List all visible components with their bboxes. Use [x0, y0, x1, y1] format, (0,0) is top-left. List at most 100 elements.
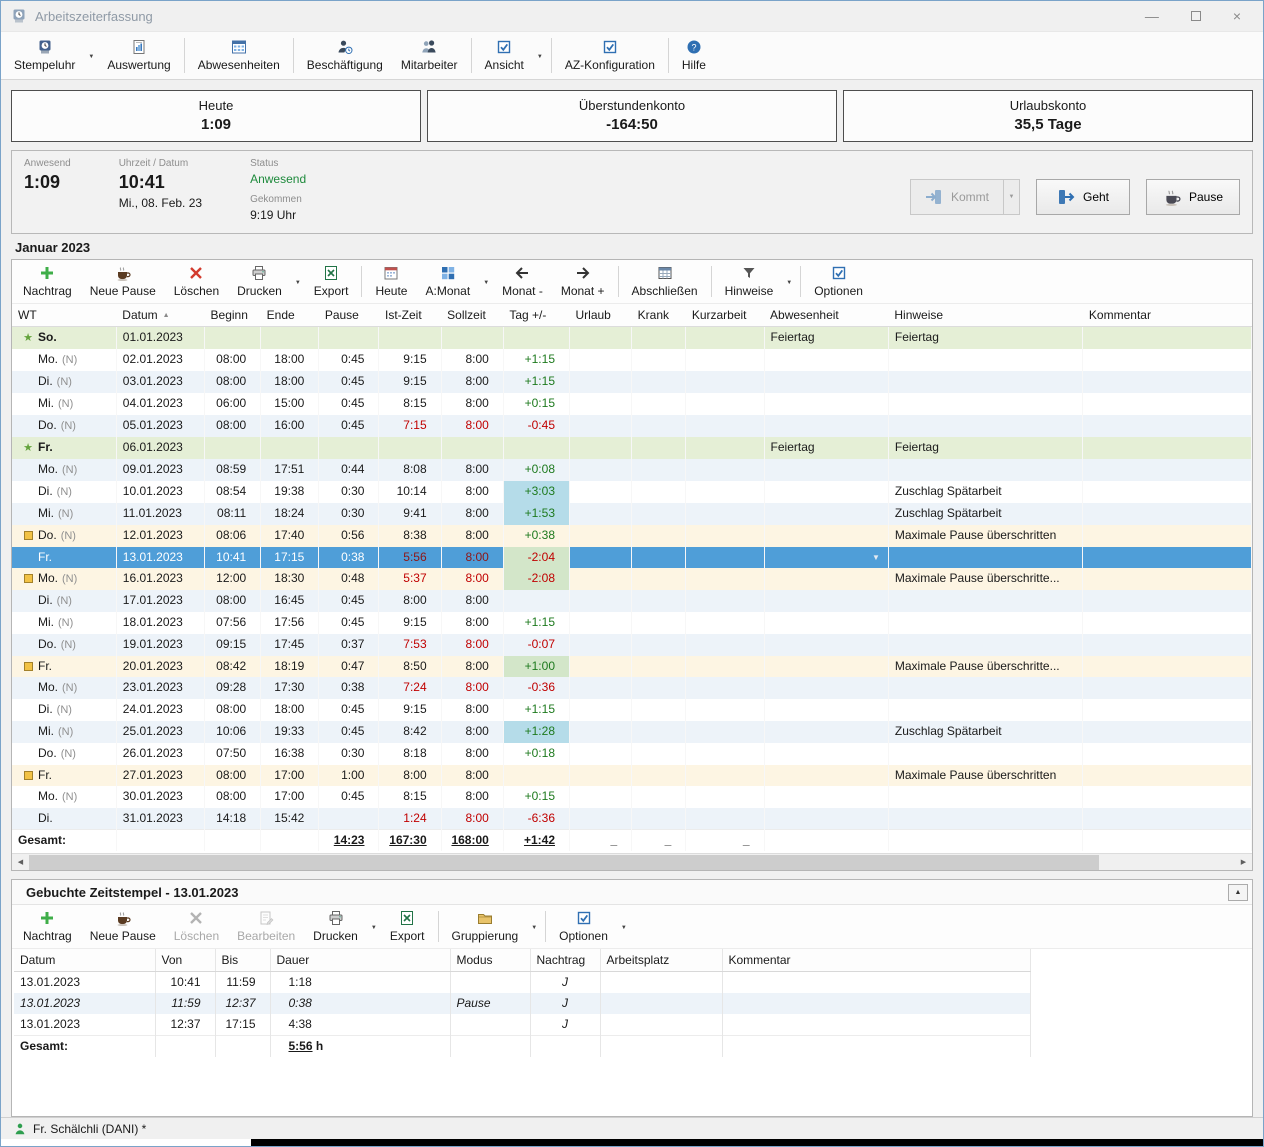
month-row-01.01.2023[interactable]: ★So.01.01.2023FeiertagFeiertag: [12, 326, 1252, 349]
toolbar-az-konfiguration-button[interactable]: AZ-Konfiguration: [556, 33, 664, 78]
month-row-09.01.2023[interactable]: Mo.(N)09.01.202308:5917:510:448:088:00+0…: [12, 459, 1252, 481]
stamps-toolbar-drucken-dropdown-icon[interactable]: ▼: [367, 925, 381, 931]
geht-button[interactable]: Geht: [1036, 179, 1130, 215]
month-row-04.01.2023[interactable]: Mi.(N)04.01.202306:0015:000:458:158:00+0…: [12, 393, 1252, 415]
toolbar-ansicht-dropdown-icon[interactable]: ▼: [533, 54, 547, 60]
scroll-right-icon[interactable]: ▶: [1235, 854, 1252, 871]
month-toolbar-monat-button[interactable]: Monat +: [552, 261, 614, 302]
column-header-datum[interactable]: Datum: [14, 949, 155, 971]
pause-button[interactable]: Pause: [1146, 179, 1240, 215]
column-header-beginn[interactable]: Beginn: [205, 304, 261, 326]
month-row-31.01.2023[interactable]: Di.31.01.202314:1815:421:248:00-6:36: [12, 808, 1252, 830]
column-header-abwesenheit[interactable]: Abwesenheit: [764, 304, 888, 326]
stamp-row-2[interactable]: 13.01.202312:3717:154:38J: [14, 1014, 1030, 1036]
month-toolbar-neue-pause-button[interactable]: Neue Pause: [81, 261, 165, 302]
collapse-button[interactable]: ▲: [1228, 884, 1248, 901]
column-header-wt[interactable]: WT: [12, 304, 116, 326]
month-row-16.01.2023[interactable]: Mo.(N)16.01.202312:0018:300:485:378:00-2…: [12, 568, 1252, 590]
month-toolbar-heute-button[interactable]: Heute: [366, 261, 416, 302]
toolbar-stempeluhr-dropdown-icon[interactable]: ▼: [84, 54, 98, 60]
column-header-tag[interactable]: Tag +/-: [503, 304, 569, 326]
scroll-left-icon[interactable]: ◀: [12, 854, 29, 871]
month-row-30.01.2023[interactable]: Mo.(N)30.01.202308:0017:000:458:158:00+0…: [12, 786, 1252, 808]
month-toolbar-drucken-button[interactable]: Drucken: [228, 261, 291, 302]
abwesenheit-dropdown-icon[interactable]: ▼: [872, 547, 880, 568]
month-toolbar-monat-button[interactable]: Monat -: [493, 261, 552, 302]
month-toolbar-a-monat-dropdown-icon[interactable]: ▼: [479, 280, 493, 286]
month-toolbar-hinweise-button[interactable]: Hinweise: [716, 261, 783, 302]
stamps-toolbar-optionen-button[interactable]: Optionen: [550, 906, 617, 947]
column-header-nachtrag[interactable]: Nachtrag: [530, 949, 600, 971]
column-header-ende[interactable]: Ende: [261, 304, 319, 326]
toolbar-besch-ftigung-button[interactable]: Beschäftigung: [298, 33, 392, 78]
kommt-dropdown[interactable]: ▼: [1004, 179, 1020, 215]
cell-ende: 17:45: [261, 634, 319, 656]
cell-urlaub: [570, 656, 632, 677]
stamps-toolbar-optionen-dropdown-icon[interactable]: ▼: [617, 925, 631, 931]
month-row-26.01.2023[interactable]: Do.(N)26.01.202307:5016:380:308:188:00+0…: [12, 743, 1252, 765]
cell-sollzeit: 8:00: [441, 349, 503, 371]
cell-urlaub: [570, 525, 632, 547]
stamp-row-0[interactable]: 13.01.202310:4111:591:18J: [14, 971, 1030, 993]
column-header-kommentar[interactable]: Kommentar: [1083, 304, 1252, 326]
toolbar-ansicht-button[interactable]: Ansicht: [476, 33, 533, 78]
month-row-18.01.2023[interactable]: Mi.(N)18.01.202307:5617:560:459:158:00+1…: [12, 612, 1252, 634]
month-toolbar-abschlie-en-button[interactable]: Abschließen: [623, 261, 707, 302]
month-toolbar-l-schen-button[interactable]: Löschen: [165, 261, 228, 302]
maximize-button[interactable]: [1191, 11, 1201, 21]
column-header-arbeitsplatz[interactable]: Arbeitsplatz: [600, 949, 722, 971]
toolbar-abwesenheiten-button[interactable]: Abwesenheiten: [189, 33, 289, 78]
column-header-modus[interactable]: Modus: [450, 949, 530, 971]
column-header-krank[interactable]: Krank: [632, 304, 686, 326]
toolbar-stempeluhr-button[interactable]: Stempeluhr: [5, 33, 84, 78]
month-row-19.01.2023[interactable]: Do.(N)19.01.202309:1517:450:377:538:00-0…: [12, 634, 1252, 656]
toolbar-auswertung-button[interactable]: Auswertung: [98, 33, 179, 78]
horizontal-scrollbar[interactable]: ◀ ▶: [12, 853, 1252, 870]
stamps-toolbar-gruppierung-dropdown-icon[interactable]: ▼: [527, 925, 541, 931]
month-toolbar-optionen-button[interactable]: Optionen: [805, 261, 872, 302]
month-row-10.01.2023[interactable]: Di.(N)10.01.202308:5419:380:3010:148:00+…: [12, 481, 1252, 503]
column-header-urlaub[interactable]: Urlaub: [570, 304, 632, 326]
month-toolbar-a-monat-button[interactable]: A:Monat: [416, 261, 479, 302]
column-header-von[interactable]: Von: [155, 949, 215, 971]
scroll-thumb[interactable]: [29, 855, 1099, 870]
column-header-kommentar[interactable]: Kommentar: [722, 949, 1030, 971]
month-row-06.01.2023[interactable]: ★Fr.06.01.2023FeiertagFeiertag: [12, 437, 1252, 459]
toolbar-separator: [293, 38, 294, 73]
column-header-hinweise[interactable]: Hinweise: [888, 304, 1083, 326]
column-header-sollzeit[interactable]: Sollzeit: [441, 304, 503, 326]
stamps-toolbar-drucken-button[interactable]: Drucken: [304, 906, 367, 947]
month-row-24.01.2023[interactable]: Di.(N)24.01.202308:0018:000:459:158:00+1…: [12, 699, 1252, 721]
month-toolbar-export-button[interactable]: Export: [305, 261, 358, 302]
month-row-27.01.2023[interactable]: Fr.27.01.202308:0017:001:008:008:00Maxim…: [12, 765, 1252, 786]
month-row-23.01.2023[interactable]: Mo.(N)23.01.202309:2817:300:387:248:00-0…: [12, 677, 1252, 699]
month-toolbar-hinweise-dropdown-icon[interactable]: ▼: [782, 280, 796, 286]
month-row-02.01.2023[interactable]: Mo.(N)02.01.202308:0018:000:459:158:00+1…: [12, 349, 1252, 371]
month-toolbar-nachtrag-button[interactable]: Nachtrag: [14, 261, 81, 302]
column-header-ist-zeit[interactable]: Ist-Zeit: [379, 304, 441, 326]
column-header-datum[interactable]: Datum▲: [116, 304, 204, 326]
column-header-bis[interactable]: Bis: [215, 949, 270, 971]
minimize-button[interactable]: —: [1145, 9, 1159, 23]
month-row-20.01.2023[interactable]: Fr.20.01.202308:4218:190:478:508:00+1:00…: [12, 656, 1252, 677]
month-row-03.01.2023[interactable]: Di.(N)03.01.202308:0018:000:459:158:00+1…: [12, 371, 1252, 393]
stamps-toolbar-neue-pause-button[interactable]: Neue Pause: [81, 906, 165, 947]
stamps-toolbar-nachtrag-button[interactable]: Nachtrag: [14, 906, 81, 947]
toolbar-hilfe-button[interactable]: ?Hilfe: [673, 33, 715, 78]
stamps-toolbar-gruppierung-button[interactable]: Gruppierung: [443, 906, 528, 947]
month-row-17.01.2023[interactable]: Di.(N)17.01.202308:0016:450:458:008:00: [12, 590, 1252, 612]
month-toolbar-drucken-dropdown-icon[interactable]: ▼: [291, 280, 305, 286]
stamps-toolbar-export-button[interactable]: Export: [381, 906, 434, 947]
column-header-dauer[interactable]: Dauer: [270, 949, 450, 971]
column-header-kurzarbeit[interactable]: Kurzarbeit: [686, 304, 764, 326]
month-row-11.01.2023[interactable]: Mi.(N)11.01.202308:1118:240:309:418:00+1…: [12, 503, 1252, 525]
stamp-row-1[interactable]: 13.01.202311:5912:370:38PauseJ: [14, 993, 1030, 1014]
cell-ist-zeit: 5:56: [379, 547, 441, 568]
column-header-pause[interactable]: Pause: [319, 304, 379, 326]
close-button[interactable]: ×: [1233, 9, 1241, 23]
month-row-12.01.2023[interactable]: Do.(N)12.01.202308:0617:400:568:388:00+0…: [12, 525, 1252, 547]
month-row-05.01.2023[interactable]: Do.(N)05.01.202308:0016:000:457:158:00-0…: [12, 415, 1252, 437]
month-row-13.01.2023[interactable]: Fr.13.01.202310:4117:150:385:568:00-2:04…: [12, 547, 1252, 568]
toolbar-mitarbeiter-button[interactable]: Mitarbeiter: [392, 33, 467, 78]
month-row-25.01.2023[interactable]: Mi.(N)25.01.202310:0619:330:458:428:00+1…: [12, 721, 1252, 743]
